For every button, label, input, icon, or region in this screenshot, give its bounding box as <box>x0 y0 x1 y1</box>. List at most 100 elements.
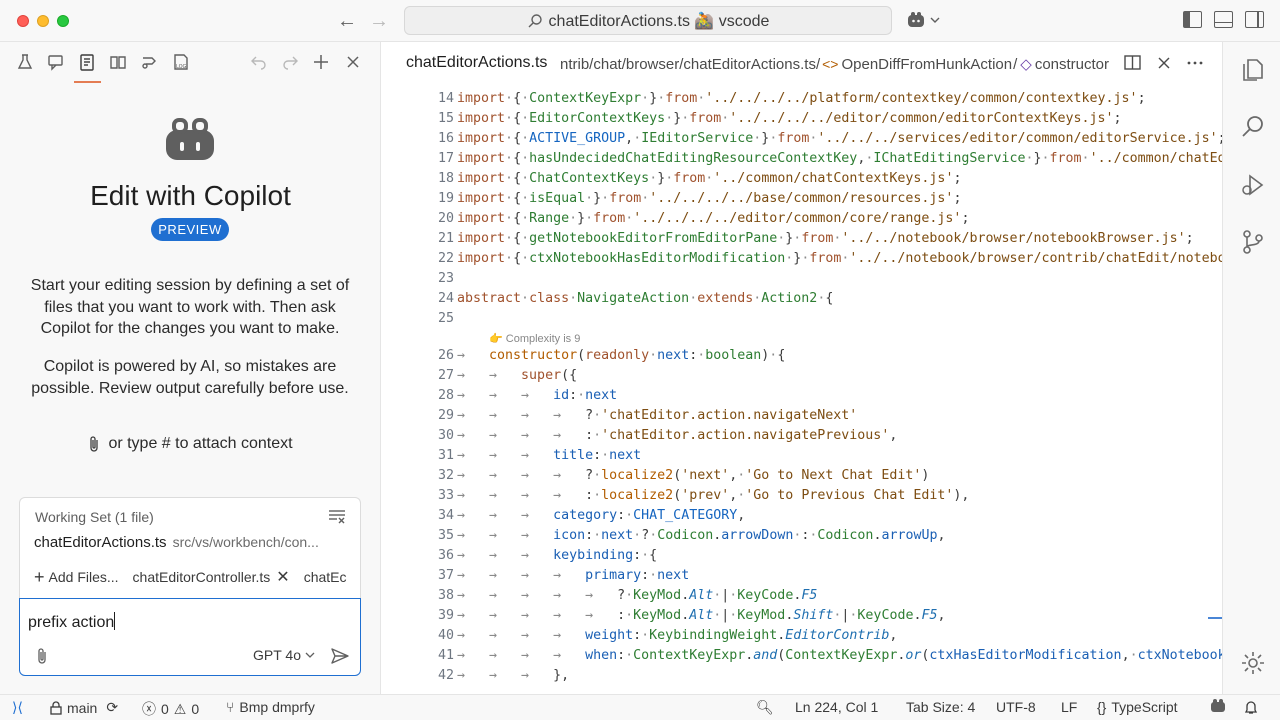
complexity-codelens[interactable]: 👉 Complexity is 9 <box>489 332 580 345</box>
command-center[interactable]: chatEditorActions.ts 🚵 vscode <box>404 6 892 35</box>
svg-text:LOG: LOG <box>176 64 187 70</box>
clear-working-set-icon[interactable] <box>328 509 346 524</box>
suggested-file-chip[interactable]: chatEditorController.ts ✕ <box>133 567 290 587</box>
copilot-logo-icon <box>166 118 214 160</box>
code-line: 25 <box>437 311 454 326</box>
copilot-menu-button[interactable] <box>906 11 940 29</box>
remote-indicator[interactable]: ⟩⟨ <box>12 699 23 716</box>
attach-icon[interactable] <box>34 647 50 665</box>
copilot-icon <box>908 12 924 27</box>
send-icon[interactable] <box>330 646 350 666</box>
end-of-line[interactable]: LF <box>1061 699 1077 715</box>
code-line: 38 → → → → → ?·KeyMod.Alt·|·KeyCode.F5 <box>437 588 818 603</box>
code-line: 21 import·{·getNotebookEditorFromEditorPa… <box>437 231 1194 246</box>
toggle-primary-sidebar-icon[interactable] <box>1183 11 1202 28</box>
code-line: 23 <box>437 271 454 286</box>
encoding[interactable]: UTF-8 <box>996 699 1036 715</box>
references-icon[interactable] <box>141 53 159 71</box>
remote-icon: ⟩⟨ <box>12 699 23 715</box>
close-editor-icon[interactable] <box>1157 54 1171 71</box>
chevron-down-icon <box>930 17 940 23</box>
attach-context-hint: or type # to attach context <box>0 435 381 453</box>
copilot-status-icon[interactable] <box>1210 699 1226 713</box>
settings-gear-icon[interactable] <box>1240 650 1266 676</box>
code-line: 32 → → → → ?·localize2('next',·'Go to Nex… <box>437 468 930 483</box>
new-session-icon[interactable] <box>312 53 330 71</box>
suggested-file-chip[interactable]: chatEc <box>304 569 347 585</box>
log-icon[interactable]: LOG <box>172 53 190 71</box>
working-set-file-path: src/vs/workbench/con... <box>172 534 319 550</box>
cursor-position[interactable]: Ln 224, Col 1 <box>795 699 878 715</box>
activity-bar <box>1222 42 1280 694</box>
working-set-file[interactable]: chatEditorActions.ts src/vs/workbench/con… <box>34 534 354 551</box>
toggle-secondary-sidebar-icon[interactable] <box>1245 11 1264 28</box>
problems-indicator[interactable]: ⓧ 0 ⚠ 0 <box>142 699 199 719</box>
language-mode[interactable]: {} TypeScript <box>1097 699 1178 715</box>
chat-icon[interactable] <box>47 53 65 71</box>
more-actions-icon[interactable] <box>1187 54 1203 71</box>
code-line: 19 import·{·isEqual·}·from·'../../../../b… <box>437 191 962 206</box>
preview-badge: PREVIEW <box>151 218 229 241</box>
breadcrumb-path[interactable]: ntrib/chat/browser/chatEditorActions.ts/ <box>560 56 820 73</box>
edit-session-icon[interactable] <box>78 53 96 71</box>
extension-status[interactable]: ⑂ Bmp dmprfy <box>226 699 315 715</box>
source-control-icon[interactable] <box>1240 229 1266 255</box>
code-line: 15 import·{·EditorContextKeys·}·from·'../… <box>437 111 1122 126</box>
hero-title: Edit with Copilot <box>90 180 291 211</box>
code-line: 17 import·{·hasUndecidedChatEditingResour… <box>437 151 1222 166</box>
editor: chatEditorActions.ts ntrib/chat/browser/… <box>382 42 1222 694</box>
add-files-button[interactable]: + Add Files... <box>34 568 119 586</box>
breadcrumb-method[interactable]: constructor <box>1035 56 1109 73</box>
toggle-panel-icon[interactable] <box>1214 11 1233 28</box>
book-icon[interactable] <box>109 53 127 71</box>
breadcrumb-class[interactable]: OpenDiffFromHunkAction <box>841 56 1012 73</box>
working-set-suggestions: + Add Files... chatEditorController.ts ✕ c… <box>34 567 354 587</box>
breadcrumb: ntrib/chat/browser/chatEditorActions.ts/… <box>560 55 1120 74</box>
code-line: 18 import·{·ChatContextKeys·}·from·'../co… <box>437 171 962 186</box>
code-line: 27 → → super({ <box>437 368 578 383</box>
code-area[interactable]: 14 import·{·ContextKeyExpr·}·from·'../../… <box>382 86 1222 694</box>
zoom-icon[interactable]: 🔍︎ <box>756 699 774 716</box>
minimize-window-button[interactable] <box>37 15 49 27</box>
code-line: 30 → → → → :·'chatEditor.action.navigateP… <box>437 428 898 443</box>
add-files-label: Add Files... <box>48 569 119 585</box>
branch-indicator[interactable]: main ⟳ <box>50 699 118 716</box>
redo-icon[interactable] <box>281 53 299 71</box>
active-editor-tab[interactable]: chatEditorActions.ts <box>406 54 547 72</box>
text-caret <box>114 612 116 630</box>
working-set-header: Working Set (1 file) <box>35 509 154 525</box>
braces-icon: {} <box>1097 699 1107 715</box>
split-editor-icon[interactable] <box>1124 54 1141 71</box>
suggested-file-label: chatEditorController.ts <box>132 569 271 585</box>
remove-chip-icon[interactable]: ✕ <box>276 567 289 587</box>
code-line: 14 import·{·ContextKeyExpr·}·from·'../../… <box>437 91 1146 106</box>
code-line: 40 → → → → weight:·KeybindingWeight.Edito… <box>437 628 898 643</box>
zoom-window-button[interactable] <box>57 15 69 27</box>
status-bar: ⟩⟨ main ⟳ ⓧ 0 ⚠ 0 ⑂ Bmp dmprfy 🔍︎ Ln 224, … <box>0 694 1280 720</box>
code-line: 26 → constructor(readonly·next:·boolean)·… <box>437 348 786 363</box>
error-count: 0 <box>161 701 169 717</box>
notifications-bell-icon[interactable] <box>1244 699 1258 715</box>
close-window-button[interactable] <box>17 15 29 27</box>
beaker-icon[interactable] <box>16 53 34 71</box>
model-picker[interactable]: GPT 4o <box>253 647 315 663</box>
chat-input[interactable]: prefix action <box>28 612 116 632</box>
close-icon[interactable] <box>344 53 362 71</box>
run-and-debug-icon[interactable] <box>1240 172 1266 198</box>
code-line: 29 → → → → ?·'chatEditor.action.navigateN… <box>437 408 858 423</box>
editor-tab-bar: chatEditorActions.ts ntrib/chat/browser/… <box>382 42 1222 86</box>
back-arrow-icon[interactable]: ← <box>336 10 358 32</box>
chat-input-box[interactable]: prefix action GPT 4o <box>19 598 361 676</box>
undo-icon[interactable] <box>250 53 268 71</box>
search-icon <box>528 13 542 27</box>
error-icon: ⓧ <box>142 701 156 717</box>
intro-description: Start your editing session by defining a… <box>30 277 350 337</box>
forward-arrow-icon[interactable]: → <box>368 10 390 32</box>
chat-input-value: prefix action <box>28 614 115 631</box>
scrollbar-marker <box>1208 617 1222 619</box>
tab-size[interactable]: Tab Size: 4 <box>906 699 975 715</box>
sync-icon[interactable]: ⟳ <box>106 699 118 716</box>
search-icon[interactable] <box>1240 114 1266 140</box>
explorer-icon[interactable] <box>1240 57 1266 83</box>
branch-graph-icon: ⑂ <box>226 699 235 715</box>
